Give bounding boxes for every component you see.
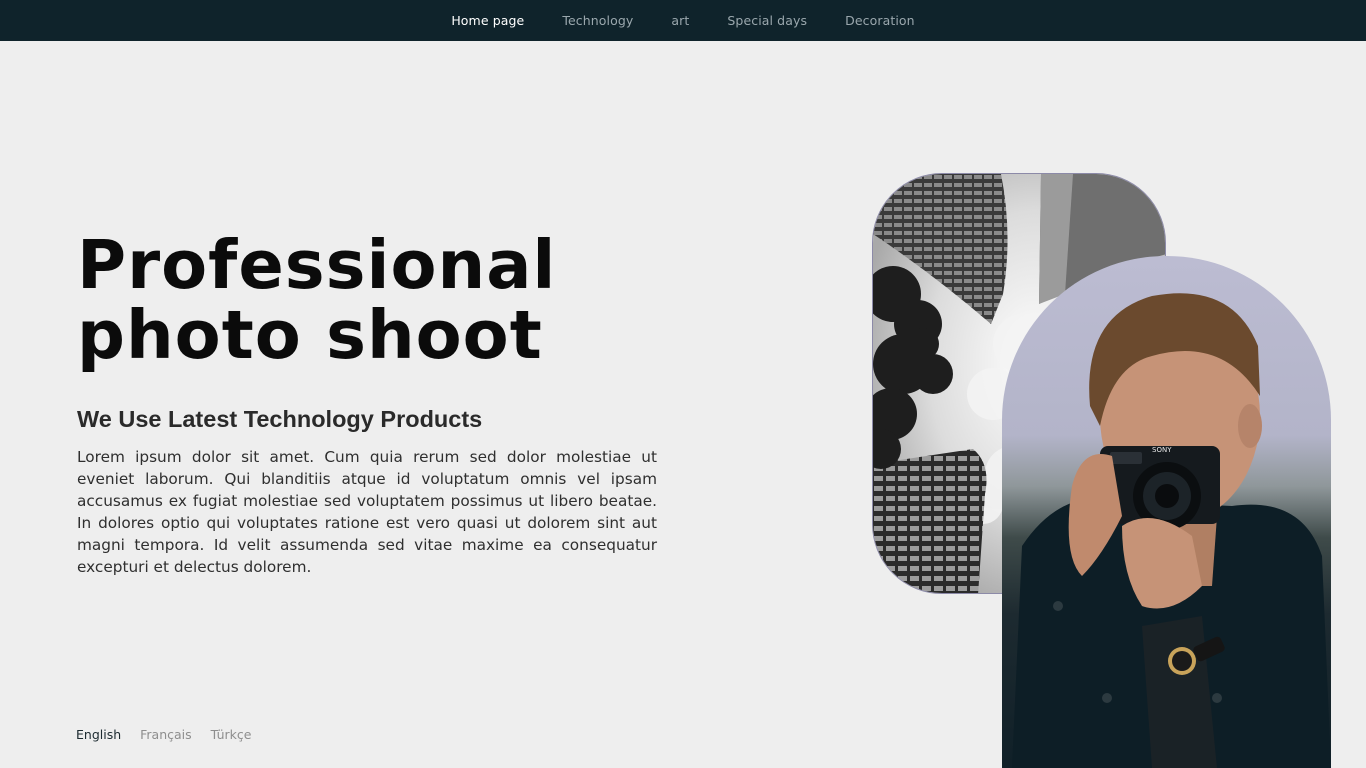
hero-title-line-1: Professional [77, 226, 557, 304]
language-turkish[interactable]: Türkçe [211, 727, 252, 742]
main-nav: Home page Technology art Special days De… [432, 13, 933, 28]
nav-item-art[interactable]: art [652, 13, 708, 28]
top-navigation-bar: Home page Technology art Special days De… [0, 0, 1366, 41]
nav-item-special-days[interactable]: Special days [708, 13, 826, 28]
nav-item-home-page[interactable]: Home page [432, 13, 543, 28]
nav-item-technology[interactable]: Technology [543, 13, 652, 28]
hero-description: Lorem ipsum dolor sit amet. Cum quia rer… [77, 448, 657, 576]
language-switcher: English Français Türkçe [76, 727, 251, 742]
hero-title-line-2: photo shoot [77, 296, 543, 374]
language-english[interactable]: English [76, 727, 121, 742]
nav-item-decoration[interactable]: Decoration [826, 13, 934, 28]
photographer-illustration: SONY [1012, 293, 1331, 768]
hero-title: Professional photo shoot [77, 230, 597, 370]
camera-brand-label: SONY [1152, 446, 1172, 454]
hero-subtitle: We Use Latest Technology Products [77, 406, 483, 432]
photographer-portrait-photo: SONY [1002, 256, 1331, 768]
language-french[interactable]: Français [140, 727, 192, 742]
